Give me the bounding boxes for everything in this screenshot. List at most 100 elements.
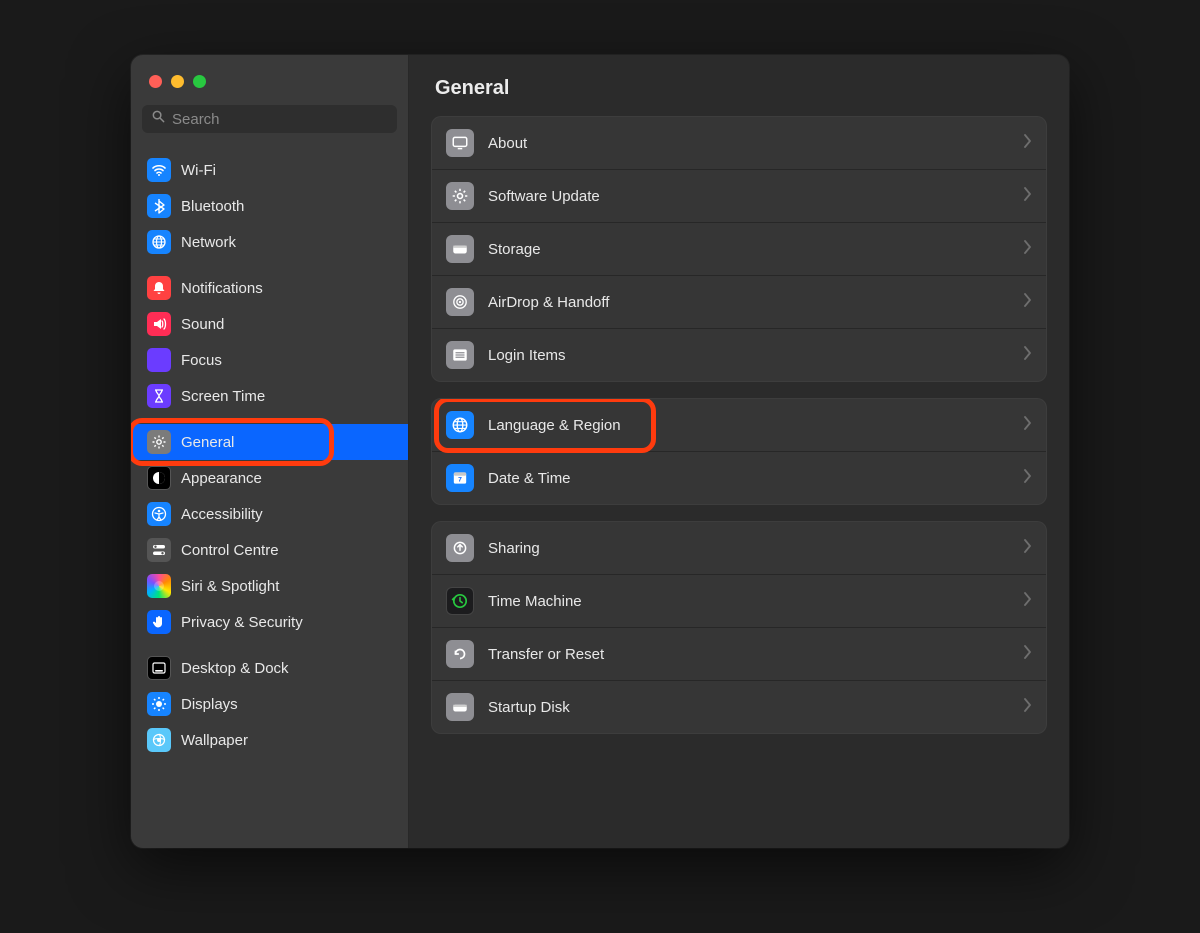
siri-icon	[147, 574, 171, 598]
brightness-icon	[147, 692, 171, 716]
globe-icon	[147, 230, 171, 254]
main-header: General	[409, 55, 1069, 116]
settings-section: Sharing Time Machine Transfer or Reset Star…	[431, 521, 1047, 734]
close-button[interactable]	[149, 75, 162, 88]
sidebar-item-siri-spotlight[interactable]: Siri & Spotlight	[131, 568, 408, 604]
row-about[interactable]: About	[432, 117, 1046, 170]
row-label: Login Items	[488, 347, 1010, 364]
sidebar-item-label: Desktop & Dock	[181, 660, 289, 677]
settings-window: Wi-Fi Bluetooth Network Notifications Sound F…	[131, 55, 1069, 848]
sidebar-item-sound[interactable]: Sound	[131, 306, 408, 342]
page-title: General	[435, 77, 1043, 100]
moon-icon	[147, 348, 171, 372]
sidebar-item-label: Wi-Fi	[181, 162, 216, 179]
sidebar-item-network[interactable]: Network	[131, 224, 408, 260]
sidebar-item-label: Focus	[181, 352, 222, 369]
window-controls	[131, 69, 408, 104]
sidebar-item-focus[interactable]: Focus	[131, 342, 408, 378]
sidebar-item-label: Displays	[181, 696, 238, 713]
sidebar-item-wallpaper[interactable]: Wallpaper	[131, 722, 408, 758]
row-label: About	[488, 135, 1010, 152]
chevron-right-icon	[1024, 469, 1032, 488]
chevron-right-icon	[1024, 698, 1032, 717]
row-startup-disk[interactable]: Startup Disk	[432, 681, 1046, 733]
search-input[interactable]	[172, 111, 388, 128]
row-time-machine[interactable]: Time Machine	[432, 575, 1046, 628]
fullscreen-button[interactable]	[193, 75, 206, 88]
row-label: Sharing	[488, 540, 1010, 557]
row-transfer-reset[interactable]: Transfer or Reset	[432, 628, 1046, 681]
drive-icon	[446, 235, 474, 263]
search-icon	[151, 109, 166, 129]
hand-icon	[147, 610, 171, 634]
settings-section: About Software Update Storage AirDrop & Han…	[431, 116, 1047, 382]
sidebar-item-label: Control Centre	[181, 542, 279, 559]
bell-icon	[147, 276, 171, 300]
chevron-right-icon	[1024, 416, 1032, 435]
wifi-icon	[147, 158, 171, 182]
speaker-icon	[147, 312, 171, 336]
row-label: AirDrop & Handoff	[488, 294, 1010, 311]
chevron-right-icon	[1024, 645, 1032, 664]
sidebar-item-label: Network	[181, 234, 236, 251]
sidebar-item-label: Appearance	[181, 470, 262, 487]
row-language-region[interactable]: Language & Region	[432, 399, 1046, 452]
sidebar-item-label: Bluetooth	[181, 198, 244, 215]
wallpaper-icon	[147, 728, 171, 752]
sidebar-item-accessibility[interactable]: Accessibility	[131, 496, 408, 532]
row-label: Language & Region	[488, 417, 1010, 434]
chevron-right-icon	[1024, 134, 1032, 153]
sidebar-item-label: General	[181, 434, 234, 451]
row-label: Startup Disk	[488, 699, 1010, 716]
sidebar-item-general[interactable]: General	[131, 424, 408, 460]
hourglass-icon	[147, 384, 171, 408]
row-airdrop-handoff[interactable]: AirDrop & Handoff	[432, 276, 1046, 329]
sidebar-item-label: Accessibility	[181, 506, 263, 523]
sidebar-item-label: Siri & Spotlight	[181, 578, 279, 595]
sidebar-item-wifi[interactable]: Wi-Fi	[131, 152, 408, 188]
row-sharing[interactable]: Sharing	[432, 522, 1046, 575]
row-date-time[interactable]: Date & Time	[432, 452, 1046, 504]
dock-icon	[147, 656, 171, 680]
sidebar-item-displays[interactable]: Displays	[131, 686, 408, 722]
minimize-button[interactable]	[171, 75, 184, 88]
chevron-right-icon	[1024, 187, 1032, 206]
display-icon	[446, 129, 474, 157]
gear-icon	[446, 182, 474, 210]
row-label: Date & Time	[488, 470, 1010, 487]
settings-section: Language & Region Date & Time	[431, 398, 1047, 505]
sidebar-item-label: Sound	[181, 316, 224, 333]
main-panel: General About Software Update Storage AirDr…	[409, 55, 1069, 848]
globe-icon	[446, 411, 474, 439]
sidebar-item-screen-time[interactable]: Screen Time	[131, 378, 408, 414]
airdrop-icon	[446, 288, 474, 316]
startup-icon	[446, 693, 474, 721]
sidebar: Wi-Fi Bluetooth Network Notifications Sound F…	[131, 55, 409, 848]
chevron-right-icon	[1024, 293, 1032, 312]
row-label: Storage	[488, 241, 1010, 258]
chevron-right-icon	[1024, 346, 1032, 365]
sidebar-item-notifications[interactable]: Notifications	[131, 270, 408, 306]
timemachine-icon	[446, 587, 474, 615]
row-software-update[interactable]: Software Update	[432, 170, 1046, 223]
row-label: Time Machine	[488, 593, 1010, 610]
sidebar-item-label: Privacy & Security	[181, 614, 303, 631]
sharing-icon	[446, 534, 474, 562]
appearance-icon	[147, 466, 171, 490]
row-label: Transfer or Reset	[488, 646, 1010, 663]
row-login-items[interactable]: Login Items	[432, 329, 1046, 381]
sidebar-item-desktop-dock[interactable]: Desktop & Dock	[131, 650, 408, 686]
chevron-right-icon	[1024, 592, 1032, 611]
search-field[interactable]	[141, 104, 398, 134]
sidebar-item-control-centre[interactable]: Control Centre	[131, 532, 408, 568]
sidebar-item-label: Wallpaper	[181, 732, 248, 749]
sidebar-item-privacy-security[interactable]: Privacy & Security	[131, 604, 408, 640]
switches-icon	[147, 538, 171, 562]
calendar-icon	[446, 464, 474, 492]
sidebar-item-bluetooth[interactable]: Bluetooth	[131, 188, 408, 224]
reset-icon	[446, 640, 474, 668]
chevron-right-icon	[1024, 539, 1032, 558]
sidebar-item-appearance[interactable]: Appearance	[131, 460, 408, 496]
row-storage[interactable]: Storage	[432, 223, 1046, 276]
gear-icon	[147, 430, 171, 454]
